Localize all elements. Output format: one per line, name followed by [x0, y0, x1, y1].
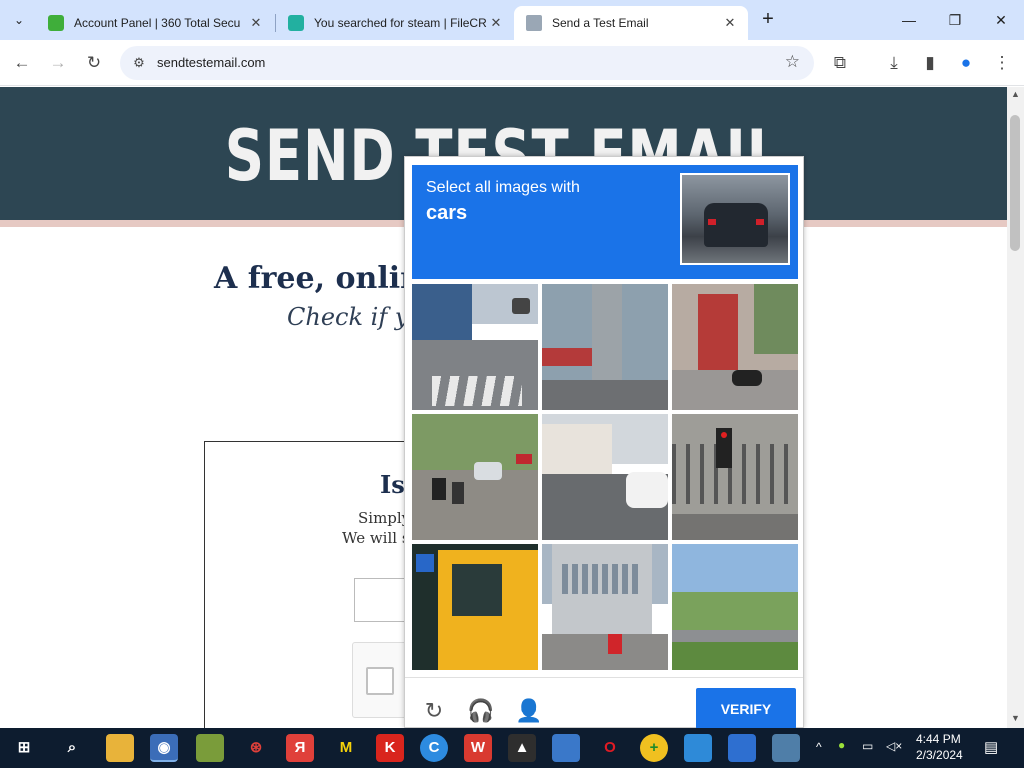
clock-date[interactable]: 2/3/2024	[916, 748, 963, 762]
image-tile[interactable]	[542, 284, 668, 410]
image-tile[interactable]	[412, 544, 538, 670]
ccleaner-icon[interactable]: C	[420, 734, 448, 762]
url-text[interactable]: sendtestemail.com	[157, 55, 265, 70]
image-tile[interactable]	[412, 284, 538, 410]
chrome-icon[interactable]: ◉	[150, 734, 178, 762]
kaspersky-icon[interactable]: K	[376, 734, 404, 762]
challenge-prompt: Select all images with	[426, 179, 580, 196]
bookmark-star-icon[interactable]: ☆	[785, 52, 800, 72]
tab-title: Send a Test Email	[552, 16, 649, 30]
site-info-icon[interactable]: ⚙	[130, 54, 148, 72]
contacts-icon[interactable]	[684, 734, 712, 762]
side-panel-icon[interactable]: ▮	[918, 51, 942, 75]
notifications-icon[interactable]: ▤	[984, 738, 998, 756]
volume-muted-icon[interactable]: ◁×	[886, 739, 902, 753]
tab-strip: ⌄ Account Panel | 360 Total Secu ✕ You s…	[0, 0, 1024, 40]
form-heading: Is	[380, 470, 405, 499]
tab-title: You searched for steam | FileCR	[314, 16, 487, 30]
antivirus-icon[interactable]: ⊛	[242, 734, 270, 762]
page-scrollbar[interactable]: ▲ ▼	[1007, 87, 1024, 728]
send-test-email-icon	[526, 15, 542, 31]
profile-avatar-icon[interactable]: ●	[954, 51, 978, 75]
scroll-thumb[interactable]	[1010, 115, 1020, 251]
close-tab-icon[interactable]: ✕	[248, 15, 264, 31]
tab-title: Account Panel | 360 Total Secu	[74, 16, 241, 30]
image-tile[interactable]	[672, 414, 798, 540]
folder-app-icon[interactable]	[728, 734, 756, 762]
tray-app-icon[interactable]: ●	[838, 738, 845, 752]
file-explorer-icon[interactable]	[106, 734, 134, 762]
recaptcha-checkbox[interactable]	[366, 667, 394, 695]
tab-send-test-email[interactable]: Send a Test Email ✕	[514, 6, 748, 40]
buster-solver-icon[interactable]: 👤	[515, 698, 542, 724]
browser-toolbar: ← → ↻ ⚙ sendtestemail.com ☆ ⧉ ⤓ ▮ ● ⋮	[0, 40, 1024, 86]
challenge-footer: ↻ 🎧 👤 VERIFY	[405, 677, 803, 730]
network-icon[interactable]: ▭	[862, 739, 873, 753]
image-tile[interactable]	[672, 284, 798, 410]
yandex-market-icon[interactable]: M	[332, 734, 360, 762]
close-window-button[interactable]: ✕	[978, 6, 1024, 34]
challenge-target: cars	[426, 202, 468, 224]
sample-image	[680, 173, 790, 265]
forward-icon[interactable]: →	[46, 51, 70, 75]
tray-chevron-icon[interactable]: ^	[816, 740, 822, 754]
challenge-header: Select all images with cars	[412, 165, 798, 279]
close-tab-icon[interactable]: ✕	[488, 15, 504, 31]
minimize-button[interactable]: —	[886, 6, 932, 34]
app-icon[interactable]	[196, 734, 224, 762]
image-tile[interactable]	[542, 414, 668, 540]
page-tagline: Check if yo	[287, 303, 423, 331]
search-icon[interactable]: ⌕	[58, 734, 86, 762]
close-tab-icon[interactable]: ✕	[722, 15, 738, 31]
menu-kebab-icon[interactable]: ⋮	[990, 51, 1014, 75]
photos-icon[interactable]: ▲	[508, 734, 536, 762]
page-subtitle: A free, onlin	[214, 261, 422, 296]
back-icon[interactable]: ←	[10, 51, 34, 75]
form-instruction: Simply	[358, 509, 411, 527]
scroll-up-arrow-icon[interactable]: ▲	[1011, 89, 1020, 99]
document-icon[interactable]	[552, 734, 580, 762]
reload-icon[interactable]: ↻	[82, 51, 106, 75]
restore-button[interactable]: ❐	[932, 6, 978, 34]
tab-account-panel[interactable]: Account Panel | 360 Total Secu ✕	[36, 6, 274, 40]
image-tile[interactable]	[412, 414, 538, 540]
control-panel-icon[interactable]	[772, 734, 800, 762]
clock-time[interactable]: 4:44 PM	[916, 732, 961, 746]
extensions-icon[interactable]: ⧉	[828, 51, 852, 75]
download-icon[interactable]: ⤓	[882, 51, 906, 75]
image-grid	[412, 284, 798, 670]
scroll-down-arrow-icon[interactable]: ▼	[1011, 713, 1020, 723]
windows-taskbar: ⊞ ⌕ ◉ ⊛ Я M K C W ▲ O + ^ ● ▭ ◁× 4:44 PM…	[0, 728, 1024, 768]
wps-office-icon[interactable]: W	[464, 734, 492, 762]
tab-filecr[interactable]: You searched for steam | FileCR ✕	[276, 6, 514, 40]
start-windows-icon[interactable]: ⊞	[10, 734, 38, 762]
recaptcha-challenge-popup: Select all images with cars ↻ 🎧 👤 VERIFY	[404, 156, 804, 730]
app-plus-icon[interactable]: +	[640, 734, 668, 762]
filecr-icon	[288, 15, 304, 31]
image-tile[interactable]	[542, 544, 668, 670]
opera-icon[interactable]: O	[596, 734, 624, 762]
image-tile[interactable]	[672, 544, 798, 670]
reload-challenge-icon[interactable]: ↻	[421, 698, 447, 724]
new-tab-button[interactable]: +	[756, 8, 780, 32]
form-instruction: We will s	[342, 529, 410, 547]
360-total-security-icon	[48, 15, 64, 31]
yandex-browser-icon[interactable]: Я	[286, 734, 314, 762]
audio-challenge-icon[interactable]: 🎧	[467, 698, 494, 724]
verify-button[interactable]: VERIFY	[696, 688, 796, 730]
address-bar[interactable]: ⚙ sendtestemail.com ☆	[120, 46, 814, 80]
tab-search-button[interactable]: ⌄	[6, 8, 32, 32]
